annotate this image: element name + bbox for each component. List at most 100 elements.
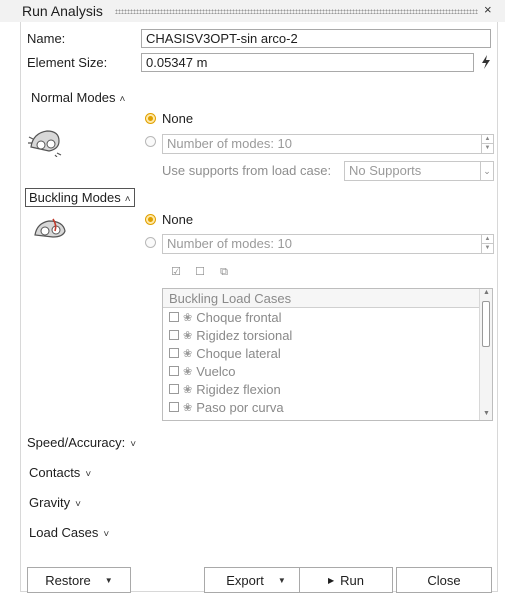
normal-modes-number-field[interactable]: Number of modes: 10 ▲ ▼ bbox=[162, 134, 494, 154]
list-item[interactable]: ❀ Rigidez torsional bbox=[163, 326, 492, 344]
supports-value: No Supports bbox=[349, 163, 422, 178]
select-all-icon[interactable]: ☑ bbox=[170, 266, 182, 278]
buckling-modes-number-radio[interactable] bbox=[145, 237, 162, 248]
radio-selected-icon bbox=[145, 113, 156, 124]
load-case-selection-tools: ☑ ☐ ⧉ bbox=[170, 266, 230, 278]
buckling-modes-header[interactable]: Buckling Modes ˄ bbox=[25, 188, 135, 207]
chevron-down-icon: ⌄ bbox=[480, 162, 493, 180]
load-case-icon: ❀ bbox=[183, 383, 193, 396]
checkbox[interactable] bbox=[169, 312, 179, 322]
spinner-up-icon[interactable]: ▲ bbox=[482, 235, 493, 244]
restore-label: Restore bbox=[45, 572, 91, 588]
element-size-label: Element Size: bbox=[27, 55, 108, 70]
export-button[interactable]: Export ▼ bbox=[204, 567, 308, 593]
caret-down-icon: ▼ bbox=[277, 575, 286, 585]
list-item[interactable]: ❀ Paso por curva bbox=[163, 398, 492, 416]
spinner-buttons[interactable]: ▲ ▼ bbox=[481, 235, 493, 253]
spinner-buttons[interactable]: ▲ ▼ bbox=[481, 135, 493, 153]
run-label: Run bbox=[340, 572, 364, 588]
buckling-modes-none-radio[interactable]: None bbox=[145, 212, 193, 227]
window-title: Run Analysis bbox=[22, 3, 103, 19]
list-item[interactable]: ❀ Vuelco bbox=[163, 362, 492, 380]
normal-modes-number-value: Number of modes: 10 bbox=[167, 136, 293, 151]
list-item[interactable]: ❀ Rigidez flexion bbox=[163, 380, 492, 398]
buckling-modes-number-field[interactable]: Number of modes: 10 ▲ ▼ bbox=[162, 234, 494, 254]
chevron-down-icon: ˅ bbox=[103, 529, 110, 540]
element-size-input[interactable]: 0.05347 m bbox=[141, 53, 474, 72]
load-cases-title: Load Cases bbox=[29, 525, 99, 540]
load-case-label: Paso por curva bbox=[196, 399, 284, 415]
list-item[interactable]: ❀ Choque frontal bbox=[163, 308, 492, 326]
normal-modes-none-radio[interactable]: None bbox=[145, 111, 193, 126]
load-case-label: Vuelco bbox=[196, 363, 236, 379]
supports-dropdown[interactable]: No Supports ⌄ bbox=[344, 161, 494, 181]
chevron-down-icon: ˅ bbox=[75, 499, 82, 510]
close-icon[interactable]: × bbox=[484, 2, 492, 17]
contacts-section[interactable]: Contacts ˅ bbox=[29, 465, 91, 480]
load-case-rows: ❀ Choque frontal ❀ Rigidez torsional ❀ Choque… bbox=[163, 308, 492, 416]
gravity-title: Gravity bbox=[29, 495, 71, 510]
load-case-icon: ❀ bbox=[183, 365, 193, 378]
speed-accuracy-title: Speed/Accuracy: bbox=[27, 435, 126, 450]
close-label: Close bbox=[427, 572, 461, 588]
list-item[interactable]: ❀ Choque lateral bbox=[163, 344, 492, 362]
name-input[interactable]: CHASISV3OPT-sin arco-2 bbox=[141, 29, 491, 48]
lightning-icon[interactable] bbox=[481, 55, 491, 72]
list-scrollbar[interactable]: ▲ ▼ bbox=[479, 289, 492, 420]
checkbox[interactable] bbox=[169, 384, 179, 394]
spinner-down-icon[interactable]: ▼ bbox=[482, 144, 493, 153]
name-label: Name: bbox=[27, 31, 66, 46]
restore-button[interactable]: Restore ▼ bbox=[27, 567, 131, 593]
load-case-label: Rigidez torsional bbox=[196, 327, 293, 343]
invert-selection-icon[interactable]: ⧉ bbox=[218, 266, 230, 278]
spinner-down-icon[interactable]: ▼ bbox=[482, 244, 493, 253]
contacts-title: Contacts bbox=[29, 465, 81, 480]
caret-down-icon: ▼ bbox=[104, 575, 113, 585]
normal-modes-none-label: None bbox=[162, 111, 194, 126]
chevron-down-icon: ˅ bbox=[85, 469, 92, 480]
buckling-modes-number-value: Number of modes: 10 bbox=[167, 236, 293, 251]
normal-modes-number-radio[interactable] bbox=[145, 136, 162, 147]
drag-handle[interactable] bbox=[115, 9, 478, 14]
gravity-section[interactable]: Gravity ˅ bbox=[29, 495, 81, 510]
radio-selected-icon bbox=[145, 214, 156, 225]
checkbox[interactable] bbox=[169, 366, 179, 376]
chevron-down-icon: ˅ bbox=[130, 439, 137, 450]
close-button[interactable]: Close bbox=[396, 567, 492, 593]
load-case-label: Rigidez flexion bbox=[196, 381, 281, 397]
buckling-modes-none-label: None bbox=[162, 212, 194, 227]
buckling-modes-title: Buckling Modes bbox=[29, 190, 121, 205]
load-case-icon: ❀ bbox=[183, 311, 193, 324]
checkbox[interactable] bbox=[169, 330, 179, 340]
supports-label: Use supports from load case: bbox=[162, 163, 332, 178]
normal-modes-icon bbox=[27, 125, 63, 160]
title-bar: Run Analysis × bbox=[0, 0, 505, 22]
scroll-thumb[interactable] bbox=[482, 301, 490, 347]
run-button[interactable]: ▶ Run bbox=[299, 567, 393, 593]
load-case-icon: ❀ bbox=[183, 347, 193, 360]
checkbox[interactable] bbox=[169, 348, 179, 358]
load-case-label: Choque frontal bbox=[196, 309, 282, 325]
load-case-icon: ❀ bbox=[183, 329, 193, 342]
radio-unselected-icon bbox=[145, 237, 156, 248]
radio-unselected-icon bbox=[145, 136, 156, 147]
scroll-down-icon[interactable]: ▼ bbox=[480, 410, 492, 420]
normal-modes-title: Normal Modes bbox=[31, 90, 116, 105]
select-none-icon[interactable]: ☐ bbox=[194, 266, 206, 278]
chevron-up-icon: ˄ bbox=[119, 94, 126, 105]
buckling-modes-icon bbox=[33, 217, 67, 242]
spinner-up-icon[interactable]: ▲ bbox=[482, 135, 493, 144]
checkbox[interactable] bbox=[169, 402, 179, 412]
speed-accuracy-section[interactable]: Speed/Accuracy: ˅ bbox=[27, 435, 136, 450]
run-analysis-panel: Name: CHASISV3OPT-sin arco-2 Element Siz… bbox=[20, 22, 498, 593]
load-cases-section[interactable]: Load Cases ˅ bbox=[29, 525, 109, 540]
export-label: Export bbox=[226, 572, 264, 588]
chevron-up-icon: ˄ bbox=[124, 194, 131, 205]
load-case-icon: ❀ bbox=[183, 401, 193, 414]
list-header: Buckling Load Cases bbox=[163, 289, 492, 308]
buckling-load-cases-list[interactable]: Buckling Load Cases ❀ Choque frontal ❀ Rigi… bbox=[162, 288, 493, 421]
load-case-label: Choque lateral bbox=[196, 345, 281, 361]
scroll-up-icon[interactable]: ▲ bbox=[480, 289, 492, 299]
play-icon: ▶ bbox=[327, 575, 335, 585]
normal-modes-header[interactable]: Normal Modes ˄ bbox=[31, 90, 125, 105]
